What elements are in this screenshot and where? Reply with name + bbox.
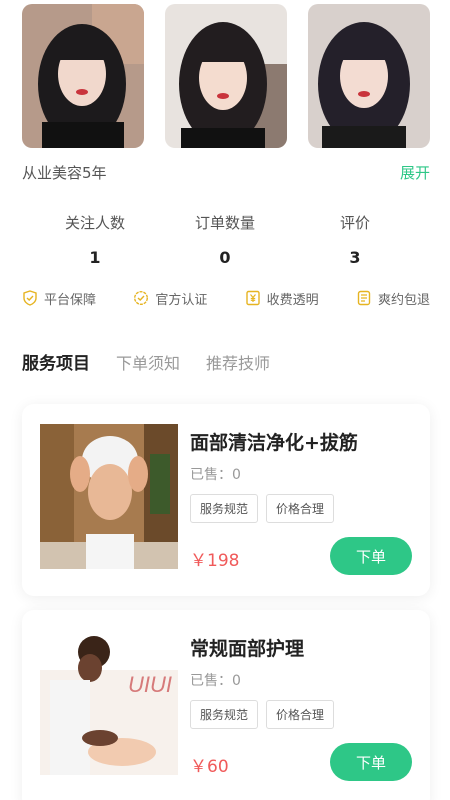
guarantee-label: 官方认证 xyxy=(155,292,208,308)
service-tag: 价格合理 xyxy=(266,494,335,523)
technician-photo-3[interactable] xyxy=(308,4,430,148)
stat-orders: 订单数量 0 xyxy=(160,212,290,267)
stat-label: 关注人数 xyxy=(64,214,125,232)
tab-bar: 服务项目 下单须知 推荐技师 xyxy=(22,344,296,374)
service-card[interactable]: UIUI 常规面部护理 已售：0 服务规范 价格合理 ￥60 下单 xyxy=(22,610,430,800)
service-tag: 服务规范 xyxy=(190,700,259,729)
tab-services[interactable]: 服务项目 xyxy=(22,349,90,374)
service-tag: 服务规范 xyxy=(190,494,259,523)
badge-check-icon xyxy=(133,290,149,306)
guarantee-row: 平台保障 官方认证 收费透明 爽约包退 xyxy=(22,288,430,308)
service-title: 常规面部护理 xyxy=(190,638,305,660)
profile-description: 从业美容5年 xyxy=(22,163,107,182)
order-button[interactable]: 下单 xyxy=(330,743,412,781)
stat-label: 订单数量 xyxy=(194,214,255,232)
service-tags: 服务规范 价格合理 xyxy=(190,494,342,523)
service-tag: 价格合理 xyxy=(266,700,335,729)
guarantee-label: 平台保障 xyxy=(44,292,97,308)
technician-photo-1[interactable] xyxy=(22,4,144,148)
service-tags: 服务规范 价格合理 xyxy=(190,700,342,729)
stat-reviews[interactable]: 评价 3 xyxy=(290,212,420,267)
tab-order-notes[interactable]: 下单须知 xyxy=(116,350,180,374)
service-sold-count: 已售：0 xyxy=(190,673,241,689)
stat-label: 评价 xyxy=(339,214,370,232)
service-price: ￥60 xyxy=(190,757,229,777)
order-button[interactable]: 下单 xyxy=(330,537,412,575)
stat-value: 3 xyxy=(349,248,361,267)
stat-value: 0 xyxy=(219,248,231,267)
yen-receipt-icon xyxy=(245,290,261,306)
refund-icon xyxy=(356,290,372,306)
svg-text:UIUI: UIUI xyxy=(128,672,172,697)
shield-check-icon xyxy=(22,290,38,306)
service-price: ￥198 xyxy=(190,551,240,571)
tab-label: 下单须知 xyxy=(116,354,181,373)
tab-label: 服务项目 xyxy=(22,354,90,374)
profile-description-row: 从业美容5年 展开 xyxy=(22,160,430,184)
service-title: 面部清洁净化+拔筋 xyxy=(190,432,358,454)
tab-label: 推荐技师 xyxy=(206,354,271,373)
guarantee-label: 收费透明 xyxy=(266,292,319,308)
tab-recommended-technicians[interactable]: 推荐技师 xyxy=(206,350,270,374)
guarantee-official: 官方认证 xyxy=(133,289,207,308)
stat-value: 1 xyxy=(89,248,101,267)
service-thumbnail: UIUI xyxy=(40,630,178,775)
technician-photo-gallery xyxy=(22,4,430,148)
guarantee-label: 爽约包退 xyxy=(377,292,430,308)
service-card[interactable]: 面部清洁净化+拔筋 已售：0 服务规范 价格合理 ￥198 下单 xyxy=(22,404,430,596)
guarantee-refund: 爽约包退 xyxy=(356,289,430,308)
stat-followers: 关注人数 1 xyxy=(30,212,160,267)
service-sold-count: 已售：0 xyxy=(190,467,241,483)
service-thumbnail xyxy=(40,424,178,569)
guarantee-transparent: 收费透明 xyxy=(245,289,319,308)
expand-link[interactable]: 展开 xyxy=(400,162,430,183)
stats-row: 关注人数 1 订单数量 0 评价 3 xyxy=(30,212,420,267)
technician-photo-2[interactable] xyxy=(165,4,287,148)
guarantee-platform: 平台保障 xyxy=(22,289,96,308)
